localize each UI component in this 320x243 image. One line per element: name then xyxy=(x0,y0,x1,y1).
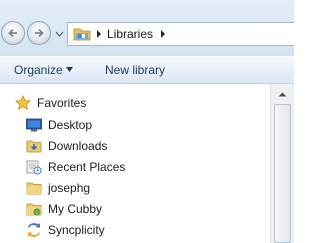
breadcrumb-libraries[interactable]: Libraries xyxy=(107,27,153,41)
sidebar-item-label: josephg xyxy=(48,181,91,195)
sidebar-item-label: Desktop xyxy=(48,118,93,132)
address-bar[interactable]: Libraries xyxy=(67,22,294,46)
navigation-bar: Libraries xyxy=(0,0,294,56)
new-library-button[interactable]: New library xyxy=(105,63,165,77)
back-button[interactable] xyxy=(1,21,25,45)
folder-icon xyxy=(26,182,42,195)
star-icon xyxy=(15,95,31,110)
scroll-up-arrow-icon[interactable] xyxy=(273,86,292,103)
syncplicity-icon xyxy=(28,223,40,237)
back-arrow-icon xyxy=(8,28,17,38)
scrollbar-thumb[interactable] xyxy=(274,104,291,243)
vertical-scrollbar[interactable] xyxy=(270,84,294,243)
sidebar-item-downloads[interactable]: Downloads xyxy=(26,137,146,157)
navigation-pane: Favorites Desktop Downloads Recent Place… xyxy=(0,84,270,243)
recent-pages-dropdown-icon[interactable] xyxy=(55,31,64,37)
cubby-folder-icon xyxy=(26,203,42,216)
breadcrumb-separator-icon[interactable] xyxy=(96,30,102,38)
command-bar: Organize New library xyxy=(0,56,294,84)
sidebar-item-label: Downloads xyxy=(48,139,108,153)
sidebar-item-label: Syncplicity xyxy=(48,223,105,237)
sidebar-item-label: My Cubby xyxy=(48,202,103,216)
sidebar-item-recent-places[interactable]: Recent Places xyxy=(26,158,156,178)
sidebar-item-josephg[interactable]: josephg xyxy=(26,179,146,199)
sidebar-item-my-cubby[interactable]: My Cubby xyxy=(26,200,146,220)
sidebar-item-label: Recent Places xyxy=(48,160,126,174)
chevron-down-icon[interactable] xyxy=(66,67,73,72)
libraries-folder-icon xyxy=(73,28,91,41)
desktop-icon xyxy=(26,118,42,132)
breadcrumb-separator-icon[interactable] xyxy=(160,30,166,38)
organize-button[interactable]: Organize xyxy=(14,63,63,77)
favorites-label: Favorites xyxy=(37,96,87,110)
forward-button[interactable] xyxy=(27,21,51,45)
recent-places-icon xyxy=(26,160,42,175)
sidebar-item-syncplicity[interactable]: Syncplicity xyxy=(26,221,146,241)
sidebar-item-desktop[interactable]: Desktop xyxy=(26,116,146,136)
favorites-header[interactable]: Favorites xyxy=(15,94,135,114)
forward-arrow-icon xyxy=(35,28,44,38)
downloads-folder-icon xyxy=(26,140,42,153)
